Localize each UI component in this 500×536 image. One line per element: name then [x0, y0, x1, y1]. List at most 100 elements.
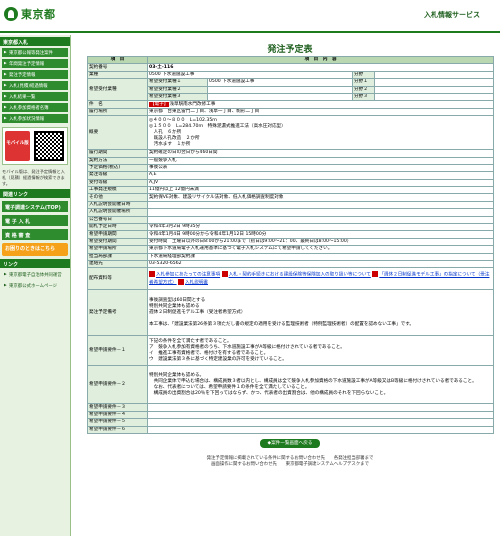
doc-link-bid-manual[interactable]: 入札説明書 — [185, 280, 208, 285]
tokyo-emblem-icon — [4, 7, 18, 21]
row-label: 受付等級 — [87, 178, 148, 188]
requirement1-cell: 下記の条件を全て満たす者であること。 ア 競争入札参加有資格者のうち、下水道施設… — [146, 335, 495, 367]
requirement-line: 構成員の出資割合は20％を下回ってはならず、かつ、代表者の出資割合は、他の構成員… — [149, 390, 389, 396]
footer: 発注予定情報に掲載されている条件に関するお問い合わせ先 各発注担当部署まで 画面… — [87, 456, 493, 468]
row-label: 件 名 — [87, 100, 148, 109]
row-label: 工事発注規模 — [87, 186, 148, 195]
empty-cell — [146, 208, 495, 217]
application-period: 令和4年1月4日 9時00分から令和4年1月12日 15時00分 — [146, 230, 495, 239]
empty-cell — [373, 70, 495, 80]
row-label: 分野 — [352, 70, 375, 80]
row-label: その他 — [87, 193, 148, 202]
sidebar-item-annual-plan[interactable]: 年間発注予定情報 — [2, 59, 68, 68]
row-label: 分野３ — [352, 92, 375, 102]
mobile-section: モバイル版 — [2, 127, 68, 165]
reception-hours: 受付時間 土曜日以外の日8:00から21:00まで（初日は9:00～21：00、… — [146, 237, 495, 247]
row-label: 分野２ — [352, 85, 375, 94]
row-label: 契約方法 — [87, 156, 148, 165]
row-label: 入札説明会開催日時 — [87, 200, 148, 210]
sidebar-item-gazette[interactable]: 東京都公報等発注案件 — [2, 48, 68, 57]
documents-cell: 入札参加にあたっての注意事項 入札・契約手続きにおける建設保険等保険加入の取り扱… — [146, 267, 495, 291]
e-bidding-button[interactable]: 電 子 入 札 — [2, 215, 68, 226]
rank-value: A,E — [146, 171, 495, 180]
empty-cell — [146, 410, 495, 420]
empty-cell — [207, 92, 353, 102]
empty-cell — [207, 85, 353, 94]
logo-text: 東京都 — [21, 8, 56, 21]
row-label: 希望申請要件－５ — [87, 418, 148, 427]
sidebar-item-participation[interactable]: 入札参加状況情報 — [2, 114, 68, 123]
other-value: 契約保VE対象、建設リサイクル法対象、低入札価格調査制度対象 — [146, 193, 495, 202]
category-value: 0500 下水道施設工事 — [147, 70, 353, 80]
period-value: 契約確定の日の翌日から460日間 — [146, 149, 495, 158]
method-value: 一般競争入札 — [146, 156, 495, 165]
row-label: 開札予定日時 — [87, 223, 148, 232]
scale-value: 11億円以上 12億円未満 — [146, 186, 495, 195]
row-label: 発注予定備考 — [87, 289, 148, 337]
mobile-button[interactable]: モバイル版 — [5, 131, 30, 161]
doc-link-notes[interactable]: 入札参加にあたっての注意事項 — [156, 273, 220, 278]
qualification-button[interactable]: 資 格 審 査 — [2, 229, 68, 240]
main-content: 発注予定表 項 目項 目 内 容 契約番号 03-土-116 業種 0500 下水道… — [87, 36, 495, 468]
procurement-system-button[interactable]: 電子調達システム(TOP) — [2, 201, 68, 212]
accept-value: A,JV — [146, 178, 495, 188]
row-label: 分野１ — [352, 78, 375, 87]
back-to-list-button[interactable]: ◆案件一覧画面へ戻る — [260, 438, 320, 448]
sidebar-item-official-site[interactable]: 東京都公式ホームページ — [2, 281, 68, 290]
row-label: 希望申請場所 — [87, 245, 148, 254]
req1-value: 0500 下水道施設工事 — [207, 78, 353, 87]
row-label: 担当局部課 — [87, 252, 148, 262]
subject-cell: 【電子】浅草駅南水門改修工事 — [146, 100, 495, 109]
empty-cell — [373, 78, 495, 87]
row-label: 発注等級 — [87, 171, 148, 180]
help-button[interactable]: お困りのときはこちら — [2, 243, 68, 256]
pdf-icon — [372, 271, 379, 278]
sidebar-item-bid-progress[interactable]: 入札(見積)経過情報 — [2, 81, 68, 90]
sidebar-heading-bids: 東京都入札 — [0, 37, 70, 46]
page-title: 発注予定表 — [267, 45, 313, 55]
tokyo-logo[interactable]: 東京都 — [4, 6, 56, 22]
sidebar-item-order-plan[interactable]: 発注予定情報 — [2, 70, 68, 79]
requirement-line: ウ 建設業法第３条に基づく特定建設業の許可を受けていること。 — [149, 356, 287, 362]
mobile-note: モバイル版は、発注予定情報と入札（見積）経過情報が検索できます。 — [2, 169, 65, 186]
empty-cell — [146, 215, 495, 225]
summary-cell: ◎４００～８００ L=102.35ｍ ◎１５００ L=284.70ｍ 特殊泥濃式… — [146, 115, 495, 151]
row-label: 履行期間 — [87, 149, 148, 158]
empty-cell — [373, 85, 495, 94]
qr-code — [34, 131, 64, 161]
row-label: 配布資料等 — [87, 267, 148, 291]
row-label: 希望受付業種 — [87, 78, 148, 102]
top-bar: 東京都 入札情報サービス — [0, 0, 500, 33]
row-label: 希望申請要件－６ — [87, 425, 148, 434]
empty-cell — [146, 200, 495, 210]
sidebar-item-egov[interactable]: 東京都電子自治体共同運営 — [2, 270, 68, 279]
schedule-value: 令和4年3月2日 9時35分 — [146, 223, 495, 232]
empty-cell — [146, 418, 495, 427]
application-place: 東京都下水道局電子入札運用基準に基づく電子入札システムにて希望申請してください。 — [146, 245, 495, 254]
footer-line: 画面操作に関するお問い合わせ先 東京都電子調達システムヘルプデスクまで — [211, 461, 369, 467]
pdf-icon — [178, 278, 185, 285]
electronic-badge: 【電子】 — [149, 101, 170, 107]
sidebar-item-results[interactable]: 入札結果一覧 — [2, 92, 68, 101]
row-label: 希望申請期間 — [87, 230, 148, 239]
bid-info-service-link[interactable]: 入札情報サービス — [424, 10, 480, 20]
row-label: 希望受付期間 — [87, 237, 148, 247]
row-label: 希望受付業種３ — [147, 92, 208, 102]
remarks-cell: 事後調査型は60日間とする 特別共同企業体も認める 週休２日制促進モデル工事（受… — [146, 289, 495, 337]
row-label: 希望申請要件－３ — [87, 403, 148, 412]
row-label: 入札説明会開催場所 — [87, 208, 148, 217]
empty-cell — [373, 92, 495, 102]
row-label: 予定価格(税込) — [87, 163, 148, 173]
empty-cell — [146, 425, 495, 434]
sidebar-heading-related: 関連リンク — [0, 189, 70, 198]
doc-link-insurance[interactable]: 入札・契約手続きにおける建設保険等保険加入の取り扱い等について — [229, 273, 371, 278]
requirement-line: 共同企業体で申込む場合は、構成員数３者以内とし、構成員は全て競争入札参加資格の下… — [149, 378, 477, 384]
sidebar-item-qualified-list[interactable]: 入札参加資格者名簿 — [2, 103, 68, 112]
place-value: 東京都 台東区雷門二丁目、浅草一丁目、駒形二丁目 — [146, 107, 495, 117]
row-label: 業種 — [87, 70, 148, 80]
contract-number: 03-土-116 — [146, 63, 495, 72]
row-label: 公告番号日 — [87, 215, 148, 225]
row-label: 概要 — [87, 115, 148, 151]
requirement2-cell: 特別共同企業体も認める。 共同企業体で申込む場合は、構成員数３者以内とし、構成員… — [146, 365, 495, 405]
empty-cell — [146, 403, 495, 412]
